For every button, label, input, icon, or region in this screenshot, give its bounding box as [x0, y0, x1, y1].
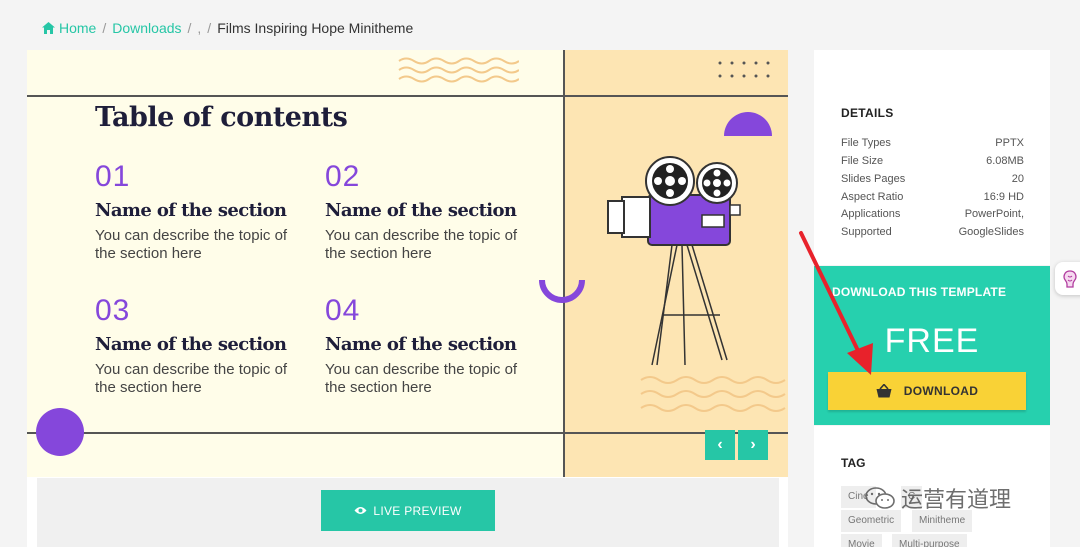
breadcrumb-downloads[interactable]: Downloads	[112, 20, 181, 36]
watermark: 运营有道理	[865, 482, 1011, 514]
detail-label: File Size	[841, 155, 884, 167]
breadcrumb-home-label: Home	[59, 20, 97, 36]
download-button-label: DOWNLOAD	[903, 384, 979, 398]
detail-row: Aspect Ratio 16:9 HD	[841, 191, 1024, 203]
download-panel: DOWNLOAD THIS TEMPLATE FREE DOWNLOAD	[814, 266, 1050, 425]
half-ring-decoration	[539, 279, 585, 303]
toc-item: 02 Name of the section You can describe …	[325, 162, 545, 263]
detail-row: Slides Pages 20	[841, 173, 1024, 185]
live-preview-button[interactable]: LIVE PREVIEW	[321, 490, 495, 531]
detail-row: File Size 6.08MB	[841, 155, 1024, 167]
divider-line	[27, 95, 788, 97]
wave-decoration	[640, 376, 786, 412]
detail-value: PowerPoint,	[964, 208, 1024, 220]
download-button[interactable]: DOWNLOAD	[828, 372, 1026, 410]
wave-decoration	[398, 57, 519, 83]
toc-number: 04	[325, 294, 361, 327]
breadcrumb-current: Films Inspiring Hope Minitheme	[217, 20, 414, 36]
toc-heading: Name of the section	[95, 200, 287, 221]
detail-label: Aspect Ratio	[841, 191, 904, 203]
slide-preview: Table of contents 01 Name of the section…	[27, 50, 788, 477]
basket-icon	[876, 384, 892, 398]
wechat-icon	[865, 487, 895, 509]
toc-description: You can describe the topic of the sectio…	[95, 361, 288, 396]
next-slide-button[interactable]: ›	[738, 430, 768, 460]
details-title: DETAILS	[841, 106, 894, 120]
toc-item: 04 Name of the section You can describe …	[325, 296, 545, 397]
side-floating-widget[interactable]	[1055, 262, 1080, 295]
slide-nav: ‹ ›	[705, 430, 768, 460]
slide-title: Table of contents	[95, 102, 348, 133]
dot-grid-decoration	[718, 61, 770, 78]
detail-label: Applications	[841, 208, 901, 220]
detail-value: PPTX	[995, 137, 1024, 149]
brain-icon	[1063, 269, 1077, 288]
toc-item: 01 Name of the section You can describe …	[95, 162, 315, 263]
toc-number: 01	[95, 160, 131, 193]
toc-heading: Name of the section	[95, 334, 287, 355]
detail-label: File Types	[841, 137, 891, 149]
watermark-text: 运营有道理	[901, 488, 1012, 513]
live-preview-label: LIVE PREVIEW	[373, 503, 462, 518]
breadcrumb: Home / Downloads / , / Films Inspiring H…	[42, 20, 413, 36]
film-projector-illustration	[607, 156, 741, 366]
toc-heading: Name of the section	[325, 334, 517, 355]
breadcrumb-empty: ,	[197, 20, 202, 36]
divider-line	[27, 432, 788, 434]
home-icon	[42, 22, 55, 34]
preview-bar: LIVE PREVIEW	[37, 478, 779, 547]
breadcrumb-separator: /	[207, 20, 212, 36]
toc-description: You can describe the topic of the sectio…	[325, 361, 518, 396]
detail-value: GoogleSlides	[958, 226, 1024, 238]
prev-slide-button[interactable]: ‹	[705, 430, 735, 460]
breadcrumb-separator: /	[187, 20, 192, 36]
detail-label: Supported	[841, 226, 892, 238]
toc-heading: Name of the section	[325, 200, 517, 221]
toc-number: 03	[95, 294, 131, 327]
tag-item[interactable]: Movie	[841, 534, 882, 547]
price: FREE	[884, 322, 980, 360]
detail-value: 6.08MB	[986, 155, 1024, 167]
toc-item: 03 Name of the section You can describe …	[95, 296, 315, 397]
download-label: DOWNLOAD THIS TEMPLATE	[832, 285, 1007, 299]
preview-card: Table of contents 01 Name of the section…	[27, 50, 788, 547]
tag-item[interactable]: Multi-purpose	[892, 534, 967, 547]
detail-row: Supported GoogleSlides	[841, 226, 1024, 238]
divider-line	[563, 50, 565, 477]
toc-number: 02	[325, 160, 361, 193]
detail-value: 16:9 HD	[983, 191, 1024, 203]
detail-row: File Types PPTX	[841, 137, 1024, 149]
breadcrumb-separator: /	[102, 20, 107, 36]
detail-label: Slides Pages	[841, 173, 906, 185]
circle-decoration	[36, 408, 84, 456]
detail-row: Applications PowerPoint,	[841, 208, 1024, 220]
toc-description: You can describe the topic of the sectio…	[95, 227, 288, 262]
detail-value: 20	[1011, 173, 1024, 185]
eye-icon	[354, 507, 367, 514]
details-panel: DETAILS File Types PPTX File Size 6.08MB…	[814, 50, 1050, 265]
tag-title: TAG	[841, 456, 866, 470]
toc-description: You can describe the topic of the sectio…	[325, 227, 518, 262]
breadcrumb-home[interactable]: Home	[42, 20, 96, 36]
